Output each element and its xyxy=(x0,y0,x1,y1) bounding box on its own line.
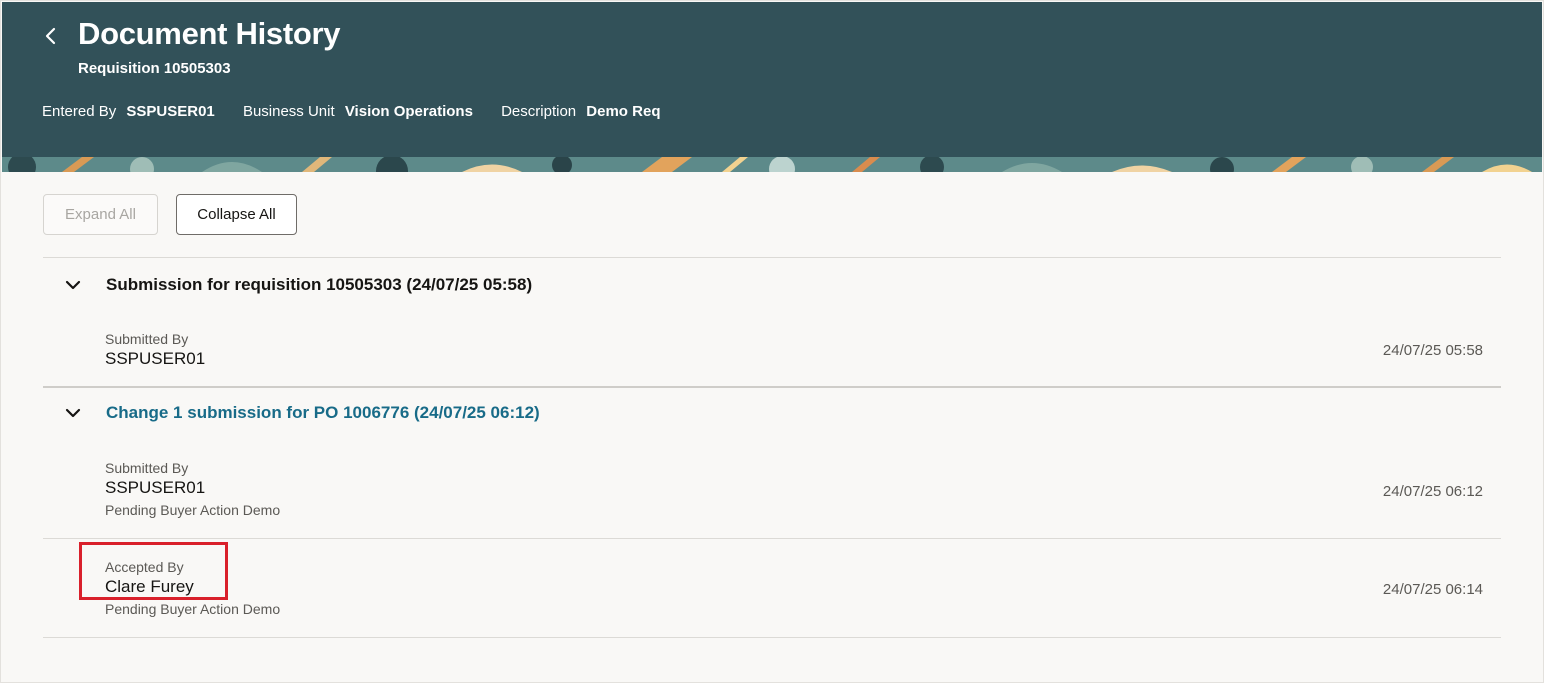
page-title: Document History xyxy=(78,16,341,51)
meta-label: Entered By xyxy=(42,103,117,120)
meta-value: SSPUSER01 xyxy=(126,103,215,120)
collapse-all-button[interactable]: Collapse All xyxy=(176,194,297,235)
highlight-box xyxy=(79,542,228,600)
entry-label: Submitted By xyxy=(105,331,189,347)
entry-note: Pending Buyer Action Demo xyxy=(105,601,281,617)
section-title: Submission for requisition 10505303 (24/… xyxy=(106,275,533,294)
decorative-banner xyxy=(2,157,1542,172)
expand-all-button[interactable]: Expand All xyxy=(43,194,158,235)
collapse-section-button[interactable] xyxy=(60,400,86,426)
meta-entered-by: Entered By SSPUSER01 xyxy=(42,103,215,120)
chevron-down-icon xyxy=(65,280,81,290)
page-header: Document History Requisition 10505303 En… xyxy=(2,2,1542,172)
entry-timestamp: 24/07/25 06:12 xyxy=(1382,483,1483,500)
back-button[interactable] xyxy=(38,22,64,50)
meta-label: Business Unit xyxy=(242,103,335,120)
divider xyxy=(43,257,1501,258)
meta-label: Description xyxy=(501,103,577,120)
history-section-header: Change 1 submission for PO 1006776 (24/0… xyxy=(60,398,540,428)
divider xyxy=(43,386,1501,388)
entry-timestamp: 24/07/25 05:58 xyxy=(1382,342,1483,359)
entry-note: Pending Buyer Action Demo xyxy=(105,502,281,518)
header-meta: Entered By SSPUSER01 Business Unit Visio… xyxy=(42,103,684,120)
meta-business-unit: Business Unit Vision Operations xyxy=(243,103,473,120)
entry-label: Submitted By xyxy=(105,460,189,476)
page-subtitle: Requisition 10505303 xyxy=(78,60,231,77)
history-entry: Submitted By SSPUSER01 Pending Buyer Act… xyxy=(105,459,280,519)
meta-description: Description Demo Req xyxy=(501,103,660,120)
entry-value: SSPUSER01 xyxy=(105,349,206,368)
chevron-down-icon xyxy=(65,408,81,418)
chevron-left-icon xyxy=(45,27,56,45)
divider xyxy=(43,637,1501,638)
meta-value: Demo Req xyxy=(586,103,661,120)
entry-timestamp: 24/07/25 06:14 xyxy=(1382,581,1483,598)
entry-value: SSPUSER01 xyxy=(105,478,206,497)
history-section-header: Submission for requisition 10505303 (24/… xyxy=(60,270,532,300)
history-entry: Submitted By SSPUSER01 xyxy=(105,330,205,370)
collapse-section-button[interactable] xyxy=(60,272,86,298)
section-title-link[interactable]: Change 1 submission for PO 1006776 (24/0… xyxy=(106,403,540,423)
divider xyxy=(43,538,1501,539)
meta-value: Vision Operations xyxy=(344,103,473,120)
